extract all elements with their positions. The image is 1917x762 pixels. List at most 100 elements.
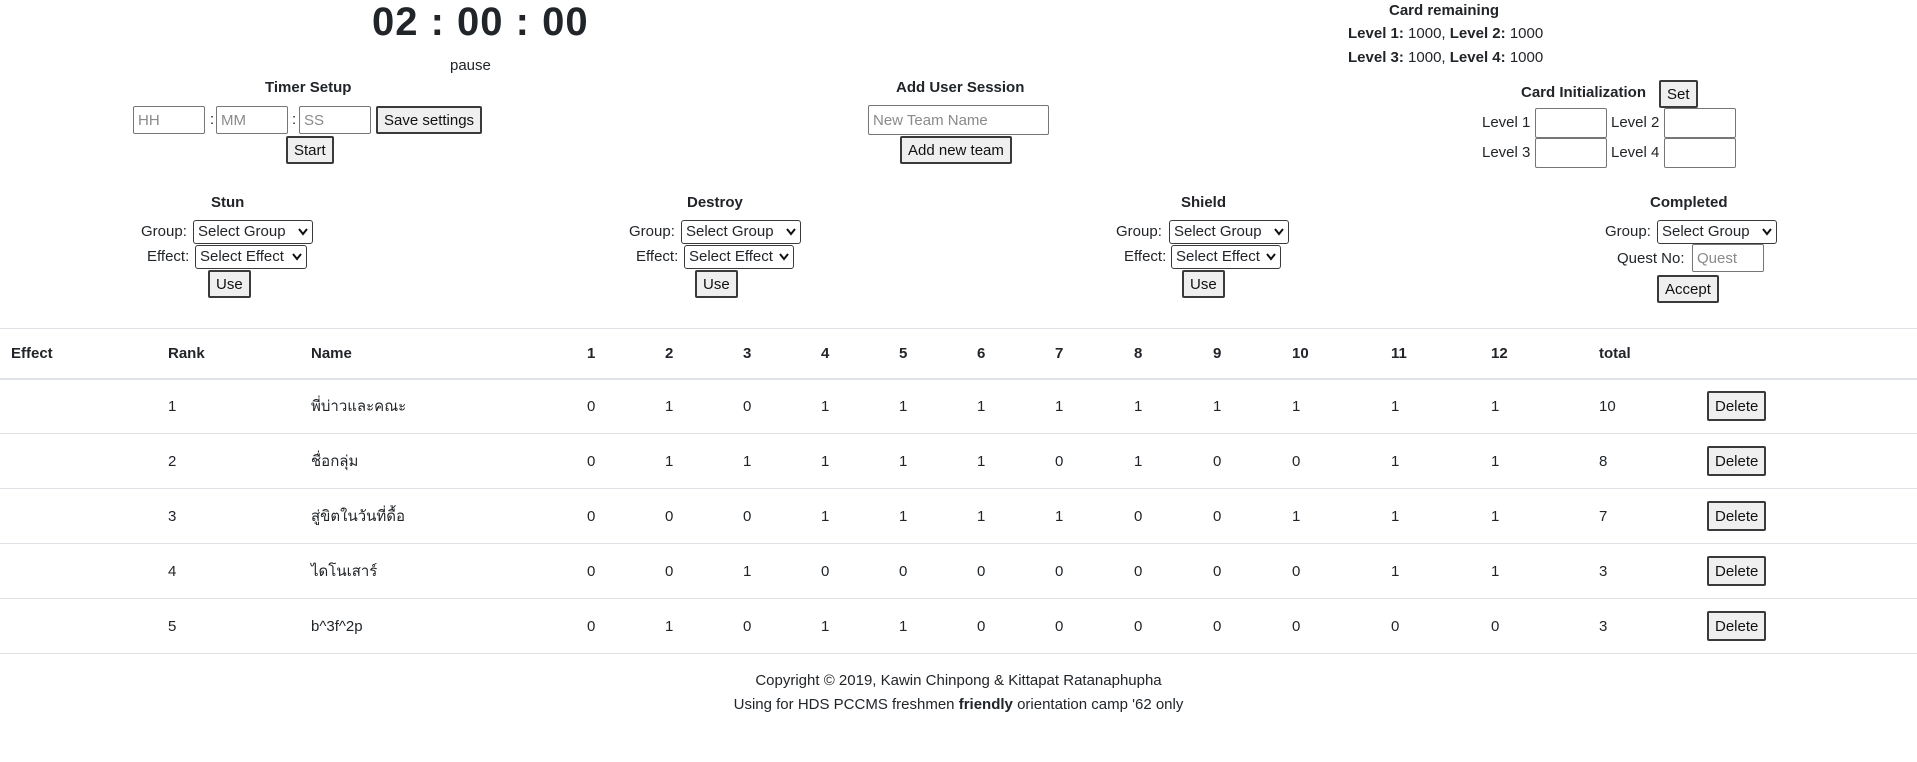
column-header: 10 <box>1281 328 1380 380</box>
footer-usage-suffix: orientation camp '62 only <box>1017 696 1184 713</box>
score-cell: 0 <box>732 598 810 654</box>
score-cell: 1 <box>966 488 1044 544</box>
total-cell: 3 <box>1588 543 1696 599</box>
stun-use-button[interactable]: Use <box>208 270 251 298</box>
score-cell: 1 <box>888 433 966 489</box>
score-cell: 1 <box>1380 488 1480 544</box>
score-cell: 0 <box>1044 543 1123 599</box>
column-header: Rank <box>157 328 300 380</box>
accept-button[interactable]: Accept <box>1657 275 1719 303</box>
actions-cell: Delete <box>1696 433 1917 489</box>
team-name-input[interactable] <box>868 105 1049 135</box>
minutes-input[interactable] <box>216 106 288 134</box>
score-cell: 0 <box>1123 488 1202 544</box>
table-row: 1 พี่บ่าวและคณะ 0 1 0 1 1 1 1 1 1 1 1 1 10 Delete <box>0 378 1917 434</box>
init-level-3-label: Level 3 <box>1482 144 1531 161</box>
destroy-group-select[interactable]: Select Group <box>681 220 801 244</box>
completed-title: Completed <box>1650 194 1728 211</box>
score-cell: 0 <box>1380 598 1480 654</box>
table-row: 3 สู่ขิตในวันที่ดื้อ 0 0 0 1 1 1 1 0 0 1 1 1 7 Delete <box>0 488 1917 544</box>
score-cell: 1 <box>654 433 732 489</box>
level-3-label: Level 3: <box>1348 49 1404 66</box>
card-remaining-title: Card remaining <box>1389 2 1500 19</box>
shield-group-value: Select Group <box>1174 223 1262 240</box>
stun-effect-value: Select Effect <box>200 248 284 265</box>
effect-cell <box>0 433 157 489</box>
score-cell: 0 <box>1202 598 1281 654</box>
score-cell: 1 <box>1281 378 1380 434</box>
column-header: 3 <box>732 328 810 380</box>
shield-title: Shield <box>1181 194 1227 211</box>
score-cell: 1 <box>1202 378 1281 434</box>
total-cell: 10 <box>1588 378 1696 434</box>
score-cell: 1 <box>1123 378 1202 434</box>
score-cell: 0 <box>654 543 732 599</box>
start-button[interactable]: Start <box>286 136 334 164</box>
init-level-2-input[interactable] <box>1664 108 1736 138</box>
shield-use-button[interactable]: Use <box>1182 270 1225 298</box>
table-row: 4 ไดโนเสาร์ 0 0 1 0 0 0 0 0 0 0 1 1 3 Delete <box>0 543 1917 599</box>
shield-group-select[interactable]: Select Group <box>1169 220 1289 244</box>
column-header: 5 <box>888 328 966 380</box>
completed-group-select[interactable]: Select Group <box>1657 220 1777 244</box>
destroy-use-button[interactable]: Use <box>695 270 738 298</box>
quest-no-label: Quest No: <box>1617 250 1685 267</box>
score-cell: 0 <box>1202 433 1281 489</box>
shield-effect-select[interactable]: Select Effect <box>1171 245 1281 269</box>
chevron-down-icon <box>298 228 308 236</box>
score-table: Effect Rank Name 1 2 3 4 5 6 7 8 9 10 11 12 total 1 พี่บ… <box>0 328 1917 654</box>
stun-title: Stun <box>211 194 245 211</box>
column-header-actions <box>1696 328 1917 380</box>
column-header: 4 <box>810 328 888 380</box>
footer-copyright: Copyright © 2019, Kawin Chinpong & Kitta… <box>755 672 1162 689</box>
delete-button[interactable]: Delete <box>1707 556 1767 586</box>
score-cell: 1 <box>888 598 966 654</box>
rank-cell: 4 <box>157 543 300 599</box>
level-2-value: 1000 <box>1509 25 1544 42</box>
chevron-down-icon <box>1274 228 1284 236</box>
column-header: Effect <box>0 328 157 380</box>
stun-effect-select[interactable]: Select Effect <box>195 245 307 269</box>
timer-display: 02 : 00 : 00 <box>372 0 589 44</box>
completed-group-label: Group: <box>1605 223 1651 240</box>
delete-button[interactable]: Delete <box>1707 391 1767 422</box>
delete-button[interactable]: Delete <box>1707 446 1767 476</box>
footer-usage: Using for HDS PCCMS freshmen friendly or… <box>0 696 1917 713</box>
score-cell: 1 <box>810 378 888 434</box>
score-cell: 1 <box>1480 488 1588 544</box>
table-row: 5 b^3f^2p 0 1 0 1 1 0 0 0 0 0 0 0 3 Delete <box>0 598 1917 654</box>
delete-button[interactable]: Delete <box>1707 501 1767 531</box>
score-cell: 1 <box>1044 378 1123 434</box>
init-level-1-input[interactable] <box>1535 108 1607 138</box>
score-cell: 1 <box>810 488 888 544</box>
column-header: 9 <box>1202 328 1281 380</box>
hours-input[interactable] <box>133 106 205 134</box>
quest-number-input[interactable] <box>1692 244 1764 272</box>
score-cell: 0 <box>966 543 1044 599</box>
score-cell: 1 <box>1123 433 1202 489</box>
column-header: 6 <box>966 328 1044 380</box>
actions-cell: Delete <box>1696 378 1917 434</box>
score-cell: 1 <box>1480 378 1588 434</box>
card-remaining-line-1: Level 1: 1000, Level 2: 1000 <box>1348 25 1543 42</box>
init-level-4-input[interactable] <box>1664 138 1736 168</box>
delete-button[interactable]: Delete <box>1707 611 1767 641</box>
score-cell: 0 <box>1044 598 1123 654</box>
score-cell: 0 <box>1281 543 1380 599</box>
stun-group-label: Group: <box>141 223 187 240</box>
rank-cell: 1 <box>157 378 300 434</box>
effect-cell <box>0 543 157 599</box>
set-cards-button[interactable]: Set <box>1659 80 1698 108</box>
save-settings-button[interactable]: Save settings <box>376 106 483 134</box>
score-cell: 0 <box>888 543 966 599</box>
chevron-down-icon <box>1762 228 1772 236</box>
seconds-input[interactable] <box>299 106 371 134</box>
score-cell: 0 <box>576 433 654 489</box>
stun-effect-label: Effect: <box>147 248 190 265</box>
init-level-3-input[interactable] <box>1535 138 1607 168</box>
chevron-down-icon <box>786 228 796 236</box>
stun-group-select[interactable]: Select Group <box>193 220 313 244</box>
add-team-button[interactable]: Add new team <box>900 136 1012 164</box>
rank-cell: 3 <box>157 488 300 544</box>
destroy-effect-select[interactable]: Select Effect <box>684 245 794 269</box>
